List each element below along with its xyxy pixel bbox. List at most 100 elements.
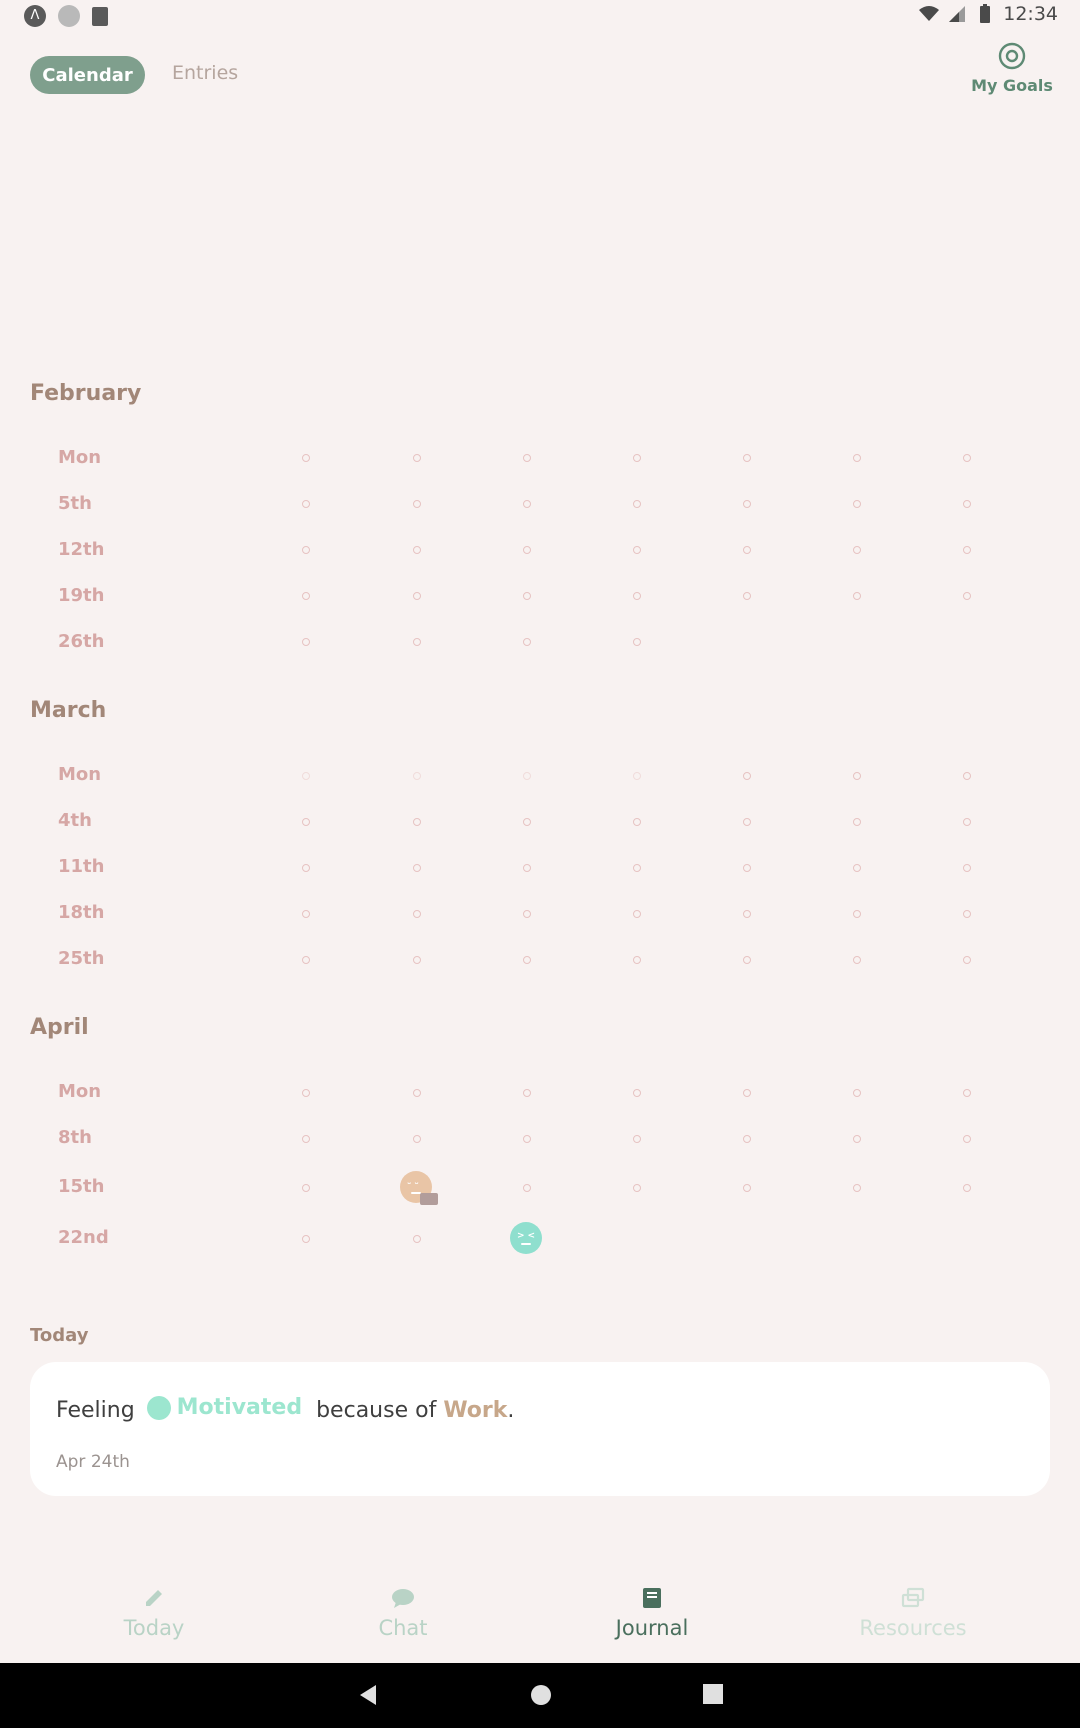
calendar-day-dot[interactable] [743, 910, 751, 918]
calendar-day-dot[interactable] [963, 818, 971, 826]
calendar-day-dot[interactable] [633, 546, 641, 554]
calendar-day-dot[interactable] [743, 772, 751, 780]
calendar-day-dot[interactable] [743, 1184, 751, 1192]
tab-calendar[interactable]: Calendar [30, 56, 145, 94]
calendar-day-dot[interactable] [853, 1135, 861, 1143]
calendar-day-dot[interactable] [523, 864, 531, 872]
calendar-day-dot[interactable] [413, 546, 421, 554]
calendar-day-dot[interactable] [853, 1184, 861, 1192]
calendar-day-dot[interactable] [413, 1235, 421, 1243]
mood-face-icon[interactable]: >< [510, 1222, 542, 1254]
calendar-day-dot[interactable] [302, 864, 310, 872]
calendar-day-dot[interactable] [523, 772, 531, 780]
calendar-day-dot[interactable] [302, 1184, 310, 1192]
calendar-day-dot[interactable] [302, 1235, 310, 1243]
calendar-day-dot[interactable] [413, 864, 421, 872]
calendar-day-dot[interactable] [963, 592, 971, 600]
calendar-day-dot[interactable] [413, 910, 421, 918]
calendar-day-dot[interactable] [853, 546, 861, 554]
calendar-day-dot[interactable] [302, 546, 310, 554]
calendar-day-dot[interactable] [302, 500, 310, 508]
calendar-day-dot[interactable] [743, 546, 751, 554]
calendar-day-dot[interactable] [743, 818, 751, 826]
my-goals-button[interactable]: My Goals [960, 42, 1064, 95]
calendar-day-dot[interactable] [633, 454, 641, 462]
calendar-day-dot[interactable] [853, 818, 861, 826]
calendar-day-dot[interactable] [633, 638, 641, 646]
calendar-day-dot[interactable] [633, 500, 641, 508]
calendar-day-dot[interactable] [633, 910, 641, 918]
calendar-day-dot[interactable] [523, 910, 531, 918]
calendar-day-dot[interactable] [523, 1089, 531, 1097]
calendar-day-dot[interactable] [413, 1089, 421, 1097]
calendar-day-dot[interactable] [963, 454, 971, 462]
calendar-day-dot[interactable] [633, 1089, 641, 1097]
calendar-day-dot[interactable] [853, 864, 861, 872]
nav-chat[interactable]: Chat [318, 1586, 488, 1640]
calendar-day-dot[interactable] [523, 1135, 531, 1143]
calendar-day-dot[interactable] [633, 864, 641, 872]
calendar-day-dot[interactable] [413, 592, 421, 600]
calendar-day-dot[interactable] [302, 454, 310, 462]
calendar-day-dot[interactable] [963, 910, 971, 918]
today-entry-card[interactable]: Feeling Motivated because of Work. Apr 2… [30, 1362, 1050, 1496]
calendar-day-dot[interactable] [302, 772, 310, 780]
calendar-day-dot[interactable] [853, 500, 861, 508]
calendar-day-dot[interactable] [302, 1135, 310, 1143]
calendar-day-dot[interactable] [523, 818, 531, 826]
calendar-day-dot[interactable] [633, 956, 641, 964]
calendar-day-dot[interactable] [963, 1089, 971, 1097]
calendar-day-dot[interactable] [523, 454, 531, 462]
calendar-day-dot[interactable] [743, 1089, 751, 1097]
calendar-day-dot[interactable] [413, 500, 421, 508]
calendar-day-dot[interactable] [633, 592, 641, 600]
calendar-day-dot[interactable] [523, 500, 531, 508]
calendar-day-dot[interactable] [853, 454, 861, 462]
recents-icon[interactable] [702, 1683, 724, 1705]
calendar-day-dot[interactable] [302, 592, 310, 600]
calendar-day-dot[interactable] [853, 910, 861, 918]
calendar-day-dot[interactable] [963, 956, 971, 964]
calendar-day-dot[interactable] [413, 956, 421, 964]
back-icon[interactable] [356, 1683, 380, 1707]
calendar-day-dot[interactable] [413, 818, 421, 826]
calendar-day-dot[interactable] [963, 1135, 971, 1143]
calendar-day-dot[interactable] [743, 454, 751, 462]
calendar-day-dot[interactable] [963, 546, 971, 554]
calendar-day-dot[interactable] [633, 772, 641, 780]
calendar-day-dot[interactable] [963, 772, 971, 780]
calendar-day-dot[interactable] [633, 818, 641, 826]
calendar-day-dot[interactable] [523, 592, 531, 600]
nav-resources[interactable]: Resources [828, 1586, 998, 1640]
calendar-day-dot[interactable] [743, 864, 751, 872]
nav-journal[interactable]: Journal [567, 1586, 737, 1640]
calendar-day-dot[interactable] [302, 818, 310, 826]
tab-entries[interactable]: Entries [172, 62, 238, 84]
nav-today[interactable]: Today [69, 1586, 239, 1640]
calendar-day-dot[interactable] [853, 956, 861, 964]
calendar-day-dot[interactable] [963, 500, 971, 508]
calendar-day-dot[interactable] [963, 864, 971, 872]
calendar-day-dot[interactable] [413, 638, 421, 646]
calendar-day-dot[interactable] [523, 1184, 531, 1192]
calendar-day-dot[interactable] [302, 1089, 310, 1097]
calendar-day-dot[interactable] [853, 592, 861, 600]
calendar-day-dot[interactable] [413, 454, 421, 462]
calendar-day-dot[interactable] [633, 1184, 641, 1192]
calendar-day-dot[interactable] [413, 1135, 421, 1143]
calendar-day-dot[interactable] [302, 638, 310, 646]
calendar-day-dot[interactable] [743, 500, 751, 508]
calendar-day-dot[interactable] [853, 772, 861, 780]
calendar-day-dot[interactable] [523, 956, 531, 964]
calendar-day-dot[interactable] [853, 1089, 861, 1097]
calendar-day-dot[interactable] [743, 1135, 751, 1143]
calendar-day-dot[interactable] [743, 956, 751, 964]
home-icon[interactable] [529, 1683, 553, 1707]
calendar-day-dot[interactable] [523, 546, 531, 554]
calendar-day-dot[interactable] [633, 1135, 641, 1143]
calendar-day-dot[interactable] [413, 772, 421, 780]
calendar-day-dot[interactable] [302, 956, 310, 964]
calendar-day-dot[interactable] [963, 1184, 971, 1192]
calendar-day-dot[interactable] [743, 592, 751, 600]
calendar-day-dot[interactable] [302, 910, 310, 918]
